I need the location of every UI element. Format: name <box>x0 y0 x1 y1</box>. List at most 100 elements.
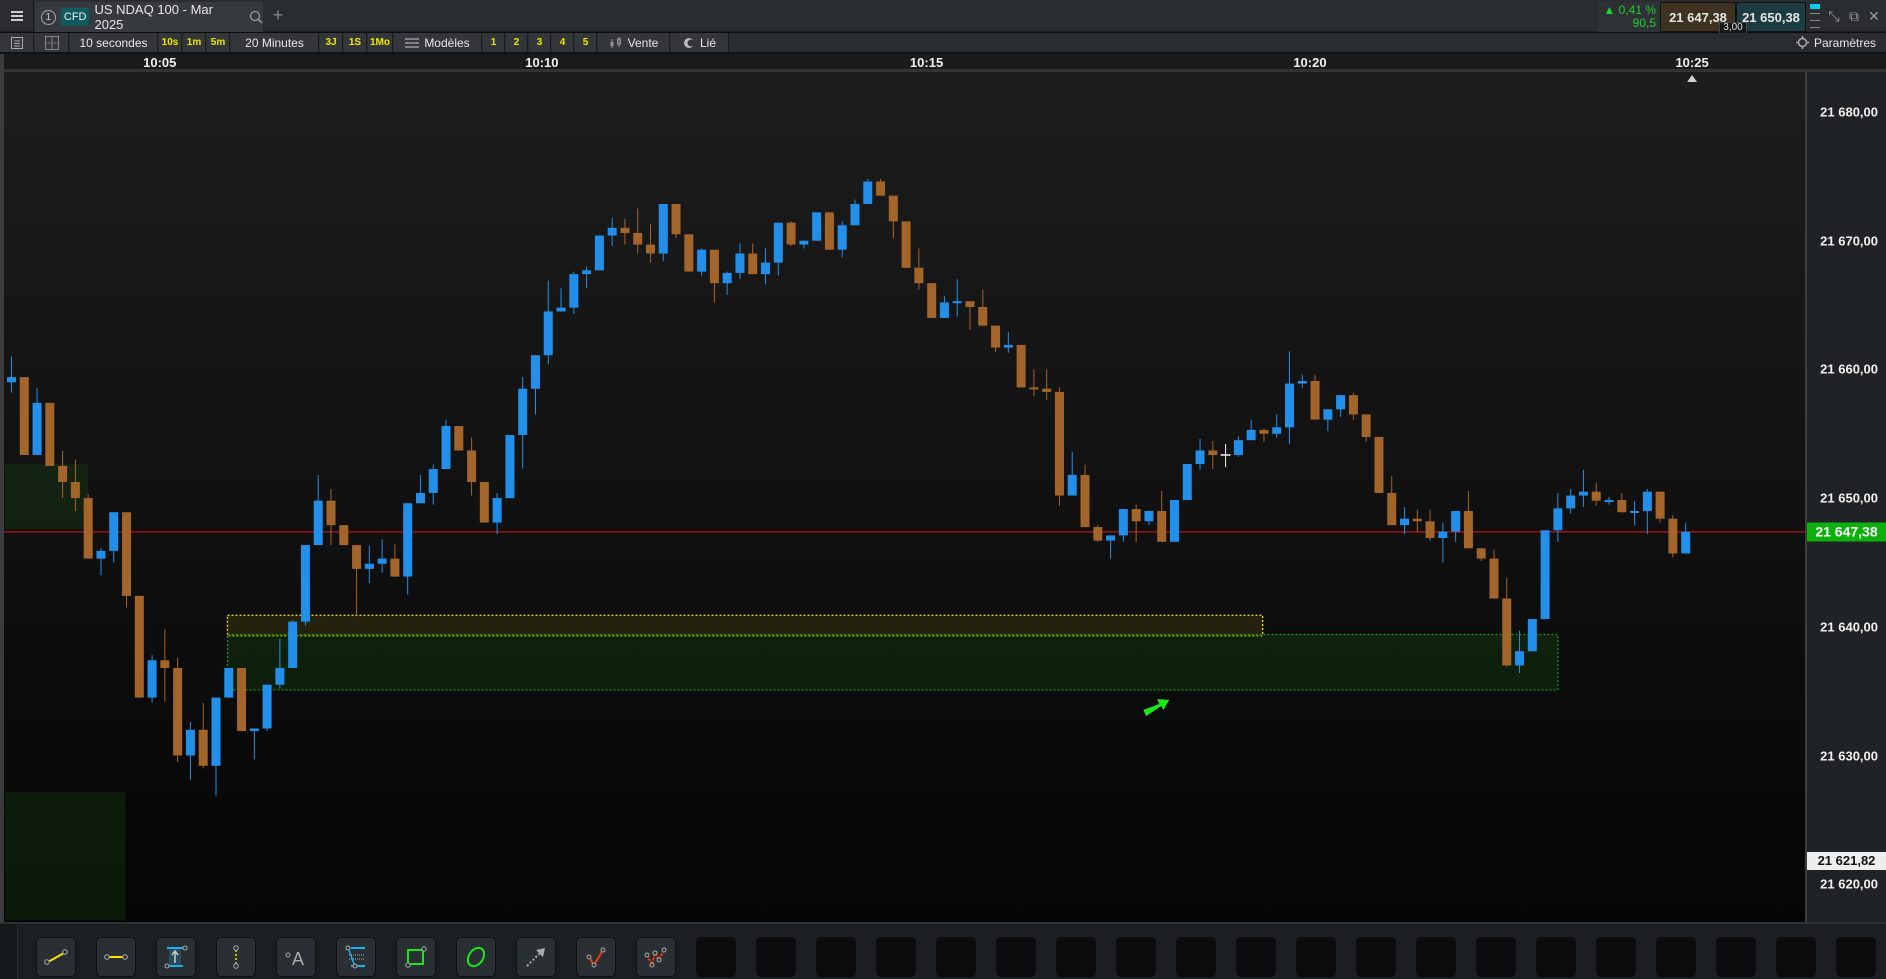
preset-2[interactable]: 2 <box>506 33 528 52</box>
empty-tool-slot[interactable] <box>1236 937 1276 977</box>
tab-index: 1 <box>41 9 56 25</box>
candle-body <box>1400 518 1410 526</box>
collapse-icon[interactable]: ⤡ <box>1826 8 1842 24</box>
interval-1m[interactable]: 1m <box>183 33 206 52</box>
preset-1[interactable]: 1 <box>483 33 505 52</box>
popout-icon[interactable]: ⧉ <box>1846 8 1862 24</box>
empty-tool-slot[interactable] <box>1836 937 1876 977</box>
range-1s[interactable]: 1S <box>344 33 367 52</box>
empty-tool-slot[interactable] <box>1536 937 1576 977</box>
range-1mo[interactable]: 1Mo <box>368 33 393 52</box>
candle-body <box>991 325 1001 348</box>
gear-icon <box>1795 36 1809 49</box>
vertical-segment-tool[interactable] <box>216 937 256 977</box>
empty-tool-slot[interactable] <box>936 937 976 977</box>
empty-tool-slot[interactable] <box>1296 937 1336 977</box>
candle-body <box>786 222 796 245</box>
templates-button[interactable]: Modèles <box>394 33 482 52</box>
candle-body <box>364 563 374 569</box>
settings-button[interactable]: Paramètres <box>1786 33 1886 52</box>
interval-10s[interactable]: 10s <box>159 33 182 52</box>
candle-body <box>1029 387 1039 390</box>
preset-3[interactable]: 3 <box>529 33 551 52</box>
candle-body <box>697 249 707 272</box>
arrow-tool[interactable] <box>516 937 556 977</box>
price-axis[interactable]: 21 680,00 21 670,00 21 660,00 21 650,00 … <box>1805 72 1886 922</box>
empty-tool-slot[interactable] <box>876 937 916 977</box>
polyline-tool[interactable] <box>576 937 616 977</box>
linked-button[interactable]: Lié <box>671 33 729 52</box>
candle-body <box>83 498 93 559</box>
candle-body <box>249 728 259 732</box>
search-icon[interactable] <box>249 10 263 24</box>
candle-body <box>850 204 860 226</box>
rectangle-tool[interactable] <box>396 937 436 977</box>
candle-body <box>198 729 208 766</box>
toolbar-handle[interactable] <box>0 924 18 979</box>
empty-tool-slot[interactable] <box>816 937 856 977</box>
candle-body <box>1515 651 1525 666</box>
candle-body <box>1348 395 1358 415</box>
price-tick: 21 650,00 <box>1820 490 1878 506</box>
current-price-label: 21 647,38 <box>1807 522 1886 542</box>
preset-5[interactable]: 5 <box>575 33 597 52</box>
candle-body <box>1642 491 1652 511</box>
interval-select[interactable]: 10 secondes <box>70 33 158 52</box>
chart-canvas[interactable] <box>4 72 1805 922</box>
empty-tool-slot[interactable] <box>1776 937 1816 977</box>
empty-tool-slot[interactable] <box>756 937 796 977</box>
candle-body <box>441 426 451 470</box>
time-axis[interactable]: 10:05 10:10 10:15 10:20 10:25 <box>0 54 1886 72</box>
empty-tool-slot[interactable] <box>1056 937 1096 977</box>
arrow-icon <box>526 948 545 967</box>
candle-body <box>646 244 655 254</box>
add-tab-button[interactable]: + <box>268 5 288 27</box>
layout-button[interactable] <box>35 33 69 52</box>
price-range-tool[interactable] <box>156 937 196 977</box>
candle-body <box>224 667 234 698</box>
empty-tool-slot[interactable] <box>696 937 736 977</box>
empty-tool-slot[interactable] <box>1476 937 1516 977</box>
shaded-zone <box>5 791 126 921</box>
horizontal-segment-tool[interactable] <box>96 937 136 977</box>
fibonacci-tool[interactable] <box>336 937 376 977</box>
candle-body <box>403 503 413 577</box>
pattern-tool[interactable] <box>636 937 676 977</box>
market-depth-icon[interactable] <box>1810 4 1820 30</box>
sell-side-label: Vente <box>627 35 659 50</box>
candle-body <box>1668 518 1678 554</box>
empty-tool-slot[interactable] <box>1716 937 1756 977</box>
candle-body <box>1272 427 1282 434</box>
empty-tool-slot[interactable] <box>1416 937 1456 977</box>
candle-body <box>633 232 643 245</box>
candle-body <box>7 377 16 383</box>
trend-line-tool[interactable] <box>36 937 76 977</box>
range-3j[interactable]: 3J <box>320 33 343 52</box>
candle-body <box>300 545 310 622</box>
candle-body <box>134 595 144 698</box>
preset-4[interactable]: 4 <box>552 33 574 52</box>
range-select[interactable]: 20 Minutes <box>231 33 319 52</box>
empty-tool-slot[interactable] <box>1116 937 1156 977</box>
instrument-tab[interactable]: 1 CFD US NDAQ 100 - Mar 2025 <box>35 2 263 32</box>
green-support-zone <box>226 633 1559 691</box>
empty-tool-slot[interactable] <box>996 937 1036 977</box>
close-icon[interactable]: ✕ <box>1866 8 1882 24</box>
candle-body <box>824 212 834 250</box>
instrument-title: US NDAQ 100 - Mar 2025 <box>94 2 213 32</box>
empty-tool-slot[interactable] <box>1356 937 1396 977</box>
sell-side-button[interactable]: Vente <box>598 33 670 52</box>
interval-5m[interactable]: 5m <box>207 33 230 52</box>
text-tool[interactable]: A <box>276 937 316 977</box>
candlestick-chart[interactable] <box>4 72 1805 922</box>
candle-body <box>32 402 42 455</box>
empty-tool-slot[interactable] <box>1176 937 1216 977</box>
empty-tool-slot[interactable] <box>1596 937 1636 977</box>
empty-tool-slot[interactable] <box>1656 937 1696 977</box>
menu-button[interactable] <box>0 0 34 32</box>
candle-body <box>901 221 911 268</box>
list-view-button[interactable] <box>0 33 34 52</box>
linked-label: Lié <box>699 35 716 50</box>
candle-body <box>1451 510 1461 532</box>
ellipse-tool[interactable] <box>456 937 496 977</box>
